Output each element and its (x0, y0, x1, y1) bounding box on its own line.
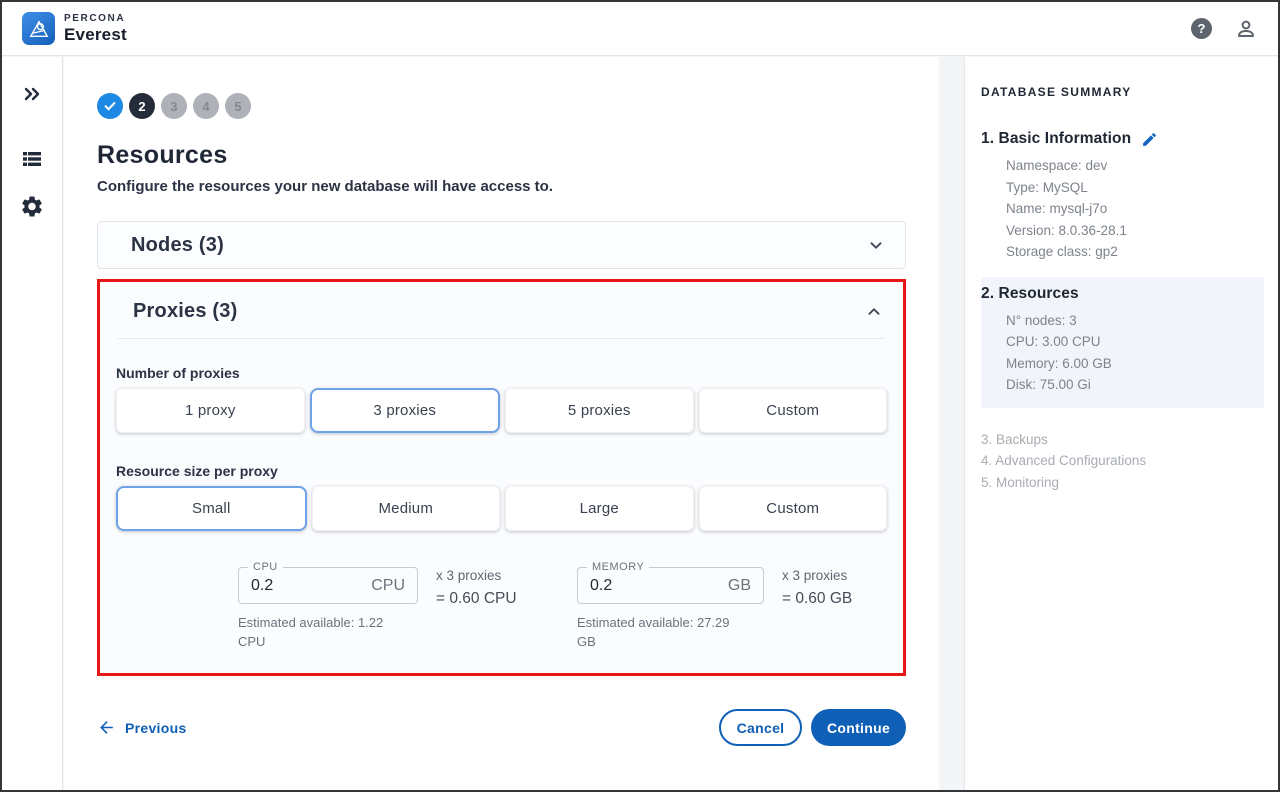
brand-everest: Everest (64, 26, 127, 43)
summary-item-namespace: Namespace: dev (1006, 155, 1266, 177)
cpu-input-group: CPU 0.2 CPU Estimated available: 1.22 CP… (238, 567, 418, 651)
chevron-down-icon[interactable] (865, 234, 887, 256)
proxy-count-option-1[interactable]: 1 proxy (116, 388, 305, 433)
percona-everest-logo-icon (22, 12, 55, 45)
summary-section-advanced-configurations: 4. Advanced Configurations (981, 450, 1266, 472)
proxy-count-option-5[interactable]: 5 proxies (505, 388, 694, 433)
summary-section-monitoring: 5. Monitoring (981, 472, 1266, 494)
summary-upcoming-sections: 3. Backups 4. Advanced Configurations 5.… (981, 429, 1266, 494)
summary-resources-title: 2. Resources (981, 285, 1079, 303)
edit-pencil-icon[interactable] (1141, 131, 1158, 148)
summary-item-nodes: N° nodes: 3 (1006, 310, 1264, 332)
database-summary-sidebar: DATABASE SUMMARY 1. Basic Information Na… (964, 57, 1278, 790)
page-subtitle: Configure the resources your new databas… (97, 178, 906, 195)
summary-item-cpu: CPU: 3.00 CPU (1006, 331, 1264, 353)
summary-item-disk: Disk: 75.00 Gi (1006, 374, 1264, 396)
proxy-count-option-custom[interactable]: Custom (699, 388, 888, 433)
topbar-actions: ? (1191, 17, 1258, 41)
summary-item-type: Type: MySQL (1006, 177, 1266, 199)
memory-input[interactable]: MEMORY 0.2 GB (577, 567, 764, 604)
resource-size-label: Resource size per proxy (116, 463, 887, 479)
step-2-active[interactable]: 2 (129, 93, 155, 119)
size-option-large[interactable]: Large (505, 486, 694, 531)
cpu-input-value: 0.2 (251, 577, 273, 595)
size-option-small-selected[interactable]: Small (116, 486, 307, 531)
summary-section-resources-active: 2. Resources N° nodes: 3 CPU: 3.00 CPU M… (981, 277, 1264, 408)
brand-text: PERCONA Everest (64, 14, 127, 43)
memory-multiplier-block: x 3 proxies = 0.60 GB (782, 567, 887, 651)
summary-title: DATABASE SUMMARY (981, 85, 1266, 99)
databases-nav-icon[interactable] (20, 147, 44, 171)
summary-basic-info-title: 1. Basic Information (981, 130, 1131, 148)
summary-item-name: Name: mysql-j7o (1006, 198, 1266, 220)
cpu-multiplier-text: x 3 proxies (436, 568, 541, 583)
memory-total-text: = 0.60 GB (782, 590, 887, 608)
nodes-accordion-title: Nodes (3) (131, 234, 224, 257)
memory-multiplier-text: x 3 proxies (782, 568, 887, 583)
summary-item-memory: Memory: 6.00 GB (1006, 353, 1264, 375)
proxies-accordion-expanded-highlighted: Proxies (3) Number of proxies 1 proxy 3 … (97, 279, 906, 676)
number-of-proxies-toggle-group: 1 proxy 3 proxies 5 proxies Custom (116, 388, 887, 433)
step-4[interactable]: 4 (193, 93, 219, 119)
memory-input-group: MEMORY 0.2 GB Estimated available: 27.29… (577, 567, 764, 651)
wizard-footer: Previous Cancel Continue (97, 709, 906, 746)
summary-item-version: Version: 8.0.36-28.1 (1006, 220, 1266, 242)
expand-sidebar-icon[interactable] (20, 82, 44, 106)
page-title: Resources (97, 141, 906, 170)
summary-item-storage-class: Storage class: gp2 (1006, 241, 1266, 263)
chevron-up-icon[interactable] (863, 301, 885, 323)
size-option-custom[interactable]: Custom (699, 486, 888, 531)
memory-input-value: 0.2 (590, 577, 612, 595)
account-icon[interactable] (1234, 17, 1258, 41)
summary-section-backups: 3. Backups (981, 429, 1266, 451)
previous-label: Previous (125, 720, 187, 736)
step-3[interactable]: 3 (161, 93, 187, 119)
settings-gear-icon[interactable] (20, 194, 45, 219)
step-1-completed[interactable] (97, 93, 123, 119)
step-indicator: 2 3 4 5 (97, 93, 906, 119)
cpu-multiplier-block: x 3 proxies = 0.60 CPU (436, 567, 541, 651)
arrow-left-icon (97, 718, 116, 737)
resource-size-toggle-group: Small Medium Large Custom (116, 486, 887, 531)
number-of-proxies-label: Number of proxies (116, 365, 887, 381)
cpu-estimate-text: Estimated available: 1.22 CPU (238, 613, 410, 651)
cancel-button[interactable]: Cancel (719, 709, 802, 746)
summary-section-basic-information: 1. Basic Information Namespace: dev Type… (981, 130, 1266, 263)
cpu-input-label: CPU (248, 561, 283, 573)
cpu-input[interactable]: CPU 0.2 CPU (238, 567, 418, 604)
step-5[interactable]: 5 (225, 93, 251, 119)
resource-inputs-row: CPU 0.2 CPU Estimated available: 1.22 CP… (238, 567, 903, 651)
cpu-input-suffix: CPU (371, 577, 405, 595)
proxies-accordion-title: Proxies (3) (133, 300, 237, 323)
memory-estimate-text: Estimated available: 27.29 GB (577, 613, 749, 651)
app-header: PERCONA Everest ? (2, 2, 1278, 56)
checkmark-icon (103, 99, 117, 113)
left-nav-rail (2, 57, 63, 790)
divider (118, 338, 885, 339)
brand-percona: PERCONA (64, 14, 127, 24)
memory-input-suffix: GB (728, 577, 751, 595)
cpu-total-text: = 0.60 CPU (436, 590, 541, 608)
memory-input-label: MEMORY (587, 561, 649, 573)
brand-logo-group[interactable]: PERCONA Everest (22, 12, 127, 45)
wizard-main: 2 3 4 5 Resources Configure the resource… (64, 57, 939, 790)
size-option-medium[interactable]: Medium (312, 486, 501, 531)
continue-button[interactable]: Continue (811, 709, 906, 746)
proxies-accordion-header[interactable]: Proxies (3) (100, 300, 903, 323)
help-icon[interactable]: ? (1191, 18, 1212, 39)
previous-button[interactable]: Previous (97, 718, 187, 737)
proxy-count-option-3-selected[interactable]: 3 proxies (310, 388, 501, 433)
nodes-accordion-header[interactable]: Nodes (3) (97, 221, 906, 269)
